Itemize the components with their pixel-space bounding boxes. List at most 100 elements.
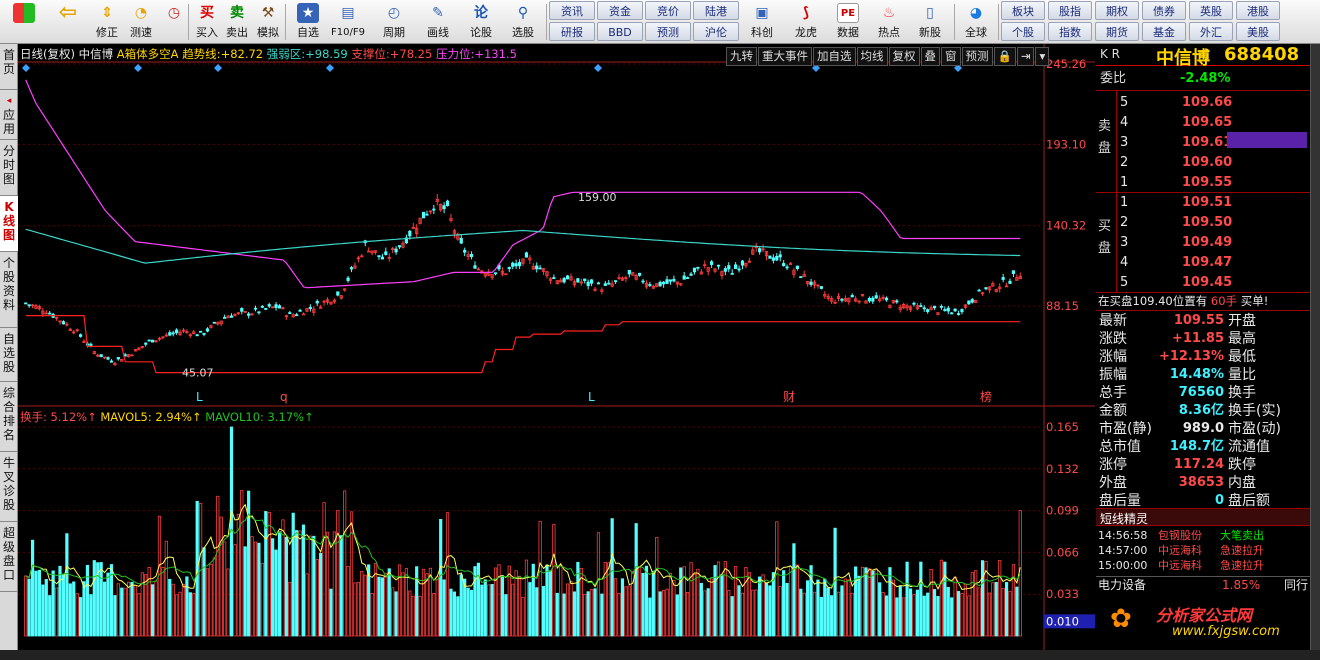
grid-btn-auction[interactable]: 竞价 [645, 1, 691, 20]
quote-value: 38653 [1178, 475, 1224, 490]
back-button[interactable]: ⇦ [52, 2, 84, 42]
short-spirit-header: 短线精灵 [1096, 508, 1310, 526]
candle [288, 312, 292, 315]
new-stock-button[interactable]: ▯ 新股 [914, 2, 946, 42]
grid-btn-capital[interactable]: 资金 [597, 1, 643, 20]
volume-bar [89, 594, 93, 637]
legend-stock-name: 中信博 [78, 47, 114, 61]
nav-apps[interactable]: ◂ 应用 [0, 90, 18, 140]
grid-btn-forex[interactable]: 外汇 [1189, 22, 1233, 41]
grid-btn-bonds[interactable]: 债券 [1142, 1, 1186, 20]
global-button[interactable]: ◕ 全球 [960, 2, 992, 42]
tab-nine-turn[interactable]: 九转 [726, 47, 757, 66]
nav-timeshare[interactable]: 分时图 [0, 140, 18, 196]
bid-price[interactable]: 109.50 [1182, 214, 1232, 232]
tab-ma[interactable]: 均线 [856, 47, 888, 66]
ticker-line: 在买盘109.40位置有 60手 买单! [1098, 294, 1269, 308]
nav-kline[interactable]: K线图 [0, 196, 18, 252]
nav-diagnosis[interactable]: 牛叉诊股 [0, 452, 18, 522]
candle [106, 357, 110, 360]
grid-btn-funds[interactable]: 基金 [1142, 22, 1186, 41]
ask-price[interactable]: 109.60 [1182, 154, 1232, 172]
kline-svg[interactable]: 159.00 45.07 L q L 财 榜 245.26 193.10 140.32 88.15… [18, 44, 1095, 650]
grid-btn-index[interactable]: 指数 [1048, 22, 1092, 41]
windows-icon [13, 3, 35, 23]
discuss-button[interactable]: 论论股 [465, 2, 497, 42]
spirit-stock[interactable]: 中远海科 [1158, 558, 1202, 573]
candle [380, 256, 384, 260]
watchlist-button[interactable]: ★ 自选 [292, 2, 324, 42]
grid-btn-news[interactable]: 资讯 [549, 1, 595, 20]
f10-button[interactable]: ▤ F10/F9 [330, 2, 366, 42]
volume-bar [658, 591, 662, 637]
period-button[interactable]: ◴ 周期 [378, 2, 410, 42]
grid-btn-uk-stocks[interactable]: 英股 [1189, 1, 1233, 20]
ask-price[interactable]: 109.55 [1182, 174, 1232, 192]
grid-btn-single-stock[interactable]: 个股 [1001, 22, 1045, 41]
bid-price[interactable]: 109.49 [1182, 234, 1232, 252]
grid-btn-stock-index[interactable]: 股指 [1048, 1, 1092, 20]
grid-btn-futures[interactable]: 期货 [1095, 22, 1139, 41]
dragon-button[interactable]: ⟆ 龙虎 [790, 2, 822, 42]
lock-icon[interactable]: 🔒 [993, 47, 1016, 66]
windows-button[interactable] [8, 2, 40, 42]
candle [953, 308, 957, 312]
nav-home[interactable]: 首页 [0, 44, 18, 90]
simulate-button[interactable]: ⚒ 模拟 [252, 2, 284, 42]
draw-line-button[interactable]: ✎ 画线 [422, 2, 454, 42]
grid-btn-sector[interactable]: 板块 [1001, 1, 1045, 20]
grid-btn-research[interactable]: 研报 [549, 22, 595, 41]
volume-bar [92, 560, 96, 637]
candle [809, 281, 813, 285]
grid-btn-hk-connect[interactable]: 陆港 [693, 1, 739, 20]
data-button[interactable]: PE 数据 [832, 2, 864, 42]
tab-adjust[interactable]: 复权 [888, 47, 920, 66]
spirit-stock[interactable]: 包钢股份 [1158, 528, 1202, 543]
tab-window[interactable]: 窗 [941, 47, 961, 66]
tab-major-events[interactable]: 重大事件 [758, 47, 812, 66]
candle [507, 266, 511, 270]
ask-price[interactable]: 109.65 [1182, 114, 1232, 132]
bid-price[interactable]: 109.51 [1182, 194, 1232, 212]
candle [696, 266, 700, 269]
candle [538, 267, 542, 270]
nav-ranking[interactable]: 综合排名 [0, 382, 18, 452]
candle [919, 305, 923, 308]
stock-header: K R 中信博 688408 [1096, 44, 1310, 69]
dropdown-icon[interactable]: ▾ [1035, 47, 1050, 66]
grid-btn-options[interactable]: 期权 [1095, 1, 1139, 20]
sector-line[interactable]: 电力设备 [1098, 576, 1146, 594]
fix-button[interactable]: ⇕ 修正 [90, 2, 124, 42]
ask-price[interactable]: 109.61 [1182, 134, 1232, 152]
tab-forecast[interactable]: 预测 [961, 47, 993, 66]
candle [1001, 277, 1005, 280]
grid-btn-bbd[interactable]: BBD [597, 22, 643, 41]
grid-btn-us-stocks[interactable]: 美股 [1236, 22, 1280, 41]
nav-stock-info[interactable]: 个股资料 [0, 252, 18, 328]
nav-super-orderbook[interactable]: 超级盘口 [0, 522, 18, 592]
tab-overlay[interactable]: 叠 [920, 47, 940, 66]
clock-button[interactable]: ◷ [157, 2, 191, 42]
grid-btn-forecast[interactable]: 预测 [645, 22, 691, 41]
grid-btn-hk-stocks[interactable]: 港股 [1236, 1, 1280, 20]
bid-price[interactable]: 109.45 [1182, 274, 1232, 292]
hotspot-button[interactable]: ♨ 热点 [873, 2, 905, 42]
volume-bar [168, 578, 172, 637]
legend-indicator[interactable]: A箱体多空A [117, 47, 179, 61]
select-stock-button[interactable]: ⚲ 选股 [507, 2, 539, 42]
nav-watchlist[interactable]: 自选股 [0, 328, 18, 382]
sell-button[interactable]: 卖卖出 [221, 2, 253, 42]
vertical-scrollbar[interactable] [1310, 44, 1320, 650]
volume-bar [535, 587, 539, 637]
peer-button[interactable]: 同行 [1284, 576, 1308, 594]
science-button[interactable]: ▣ 科创 [746, 2, 778, 42]
bid-price[interactable]: 109.47 [1182, 254, 1232, 272]
tab-add-watch[interactable]: 加自选 [813, 47, 856, 66]
ask-price[interactable]: 109.66 [1182, 94, 1232, 112]
grid-btn-shlon[interactable]: 沪伦 [693, 22, 739, 41]
skip-end-icon[interactable]: ⇥ [1016, 47, 1035, 66]
speed-test-button[interactable]: ◔ 测速 [124, 2, 158, 42]
kline-chart-panel[interactable]: 159.00 45.07 Lq L 财 榜 245.26 193.10 140.32 88.15… [18, 44, 1095, 650]
spirit-stock[interactable]: 中远海科 [1158, 543, 1202, 558]
buy-button[interactable]: 买买入 [191, 2, 223, 42]
